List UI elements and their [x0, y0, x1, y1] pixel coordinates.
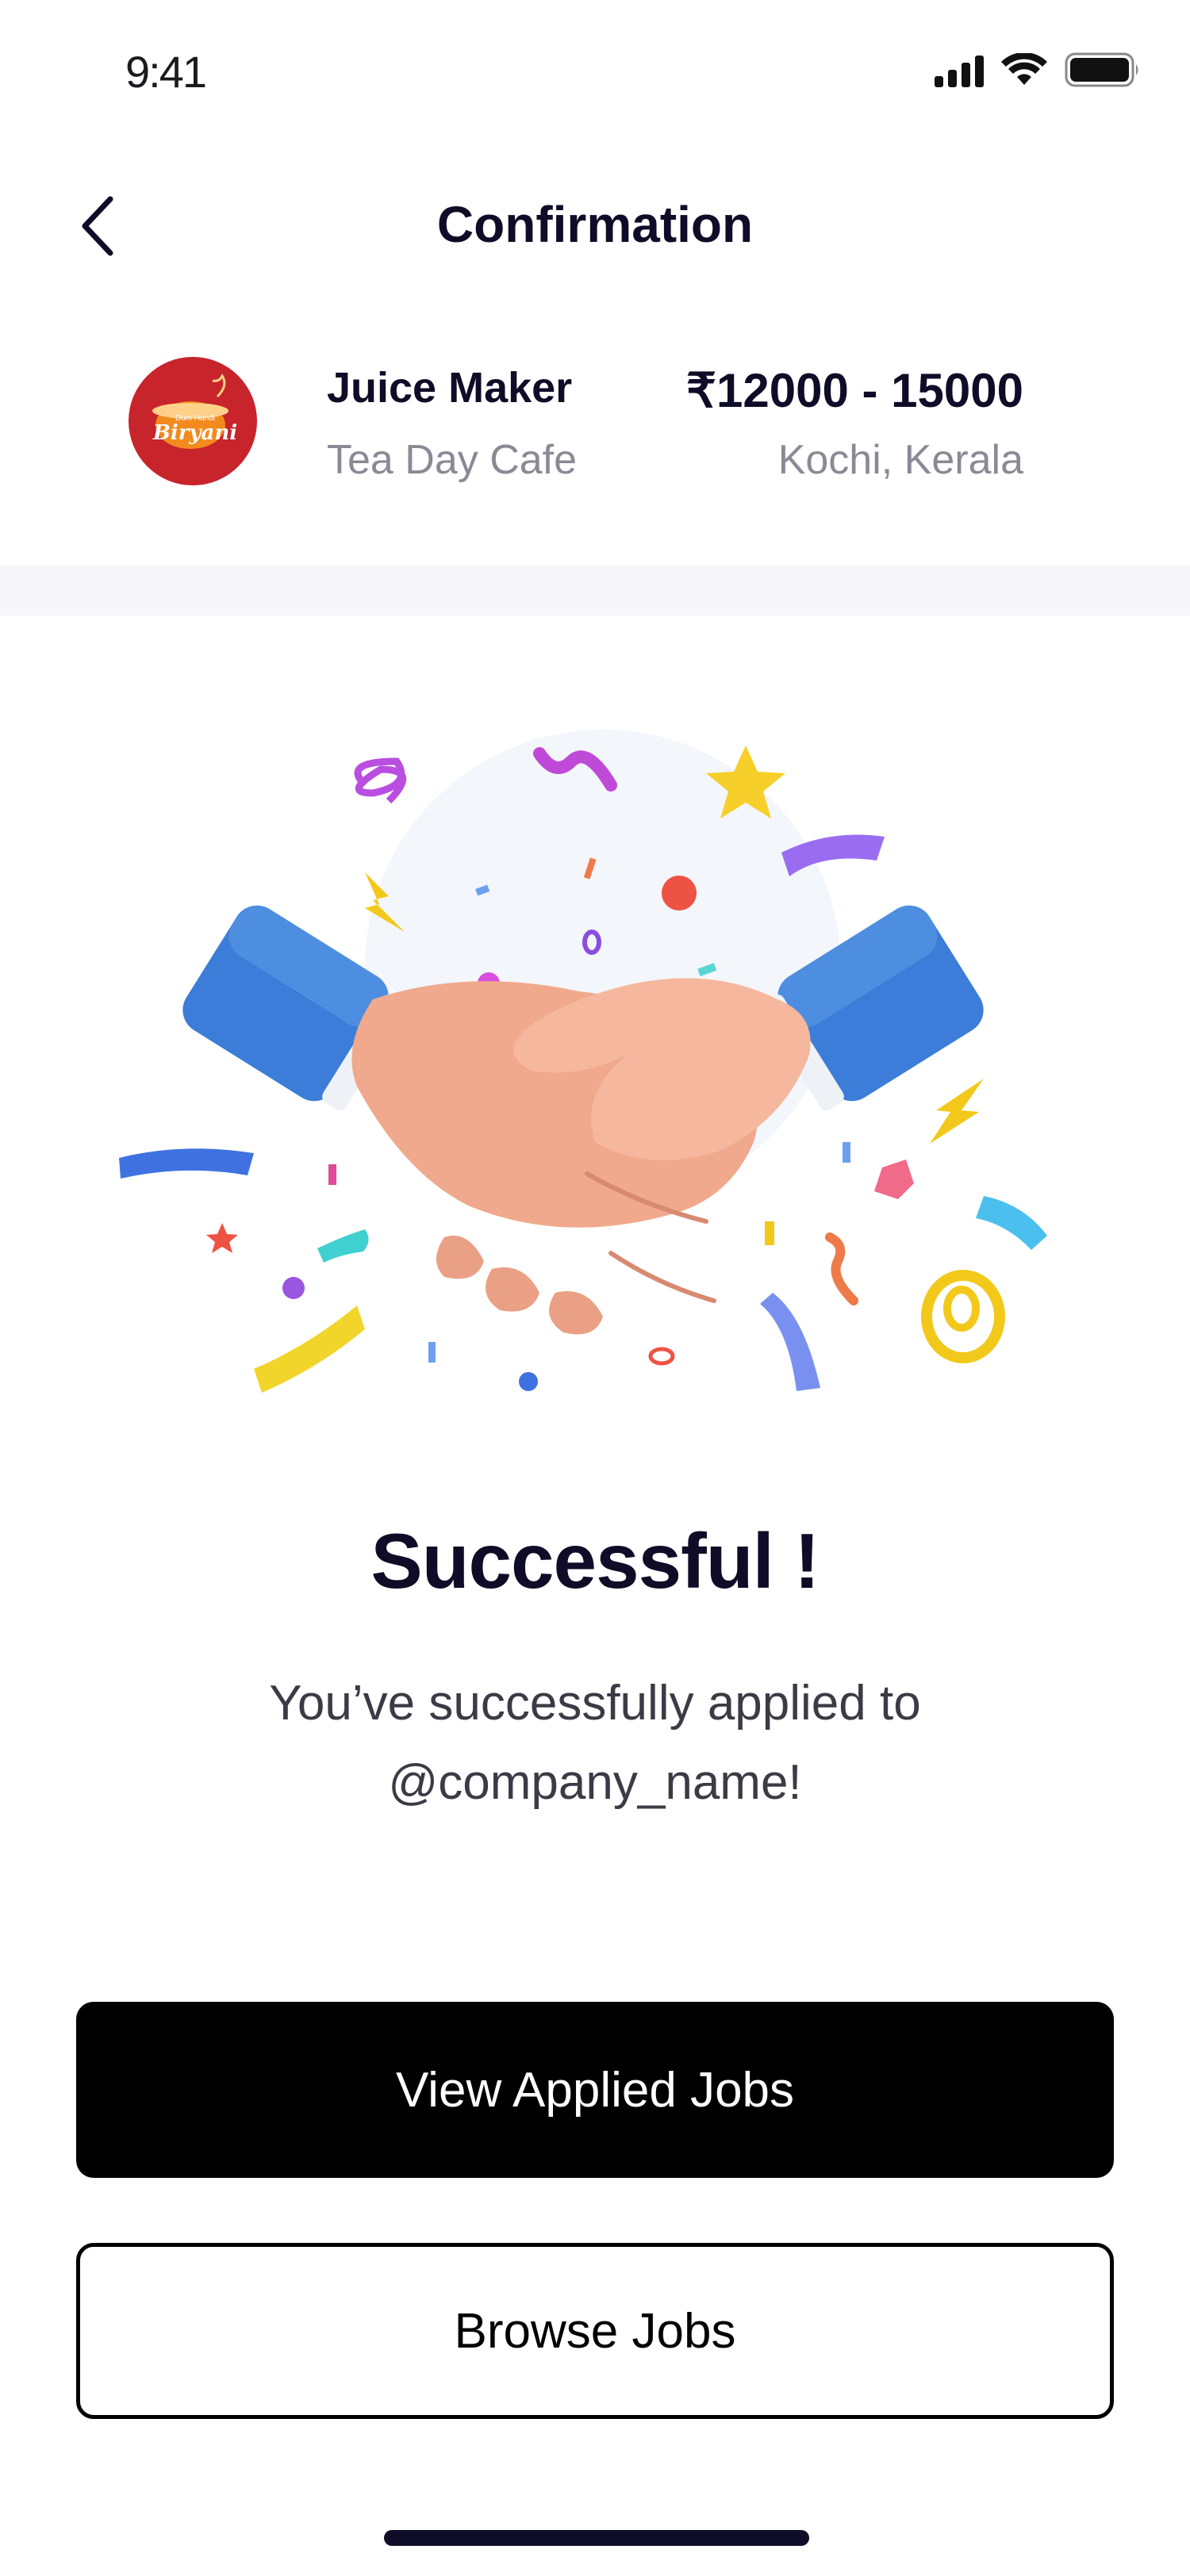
browse-jobs-button[interactable]: Browse Jobs: [76, 2243, 1114, 2419]
signal-icon: [935, 52, 984, 87]
status-bar: 9:41: [0, 0, 1190, 143]
job-title: Juice Maker: [327, 364, 573, 412]
success-message: You’ve successfully applied to @company_…: [269, 1676, 921, 1810]
company-name: Tea Day Cafe: [327, 437, 578, 483]
battery-icon: [1065, 52, 1141, 88]
company-logo: Dum Handi Biryani: [129, 357, 257, 485]
success-title: Successful !: [370, 1517, 820, 1604]
location: Kochi, Kerala: [777, 437, 1023, 483]
handshake-illustration: [0, 682, 1190, 1443]
logo-line2: Biryani: [152, 421, 237, 445]
wifi-icon: [1001, 53, 1047, 86]
section-divider: [0, 565, 1190, 615]
salary: ₹12000 - 15000: [685, 364, 1023, 417]
page-title: Confirmation: [436, 196, 754, 253]
header: Confirmation: [0, 159, 1190, 293]
status-icons: [935, 49, 1141, 90]
view-applied-jobs-button[interactable]: View Applied Jobs: [76, 2002, 1114, 2178]
status-time: 9:41: [125, 47, 207, 97]
job-summary-card: Dum Handi Biryani Juice Maker Tea Day Ca…: [0, 333, 1190, 555]
home-indicator: [384, 2530, 809, 2546]
